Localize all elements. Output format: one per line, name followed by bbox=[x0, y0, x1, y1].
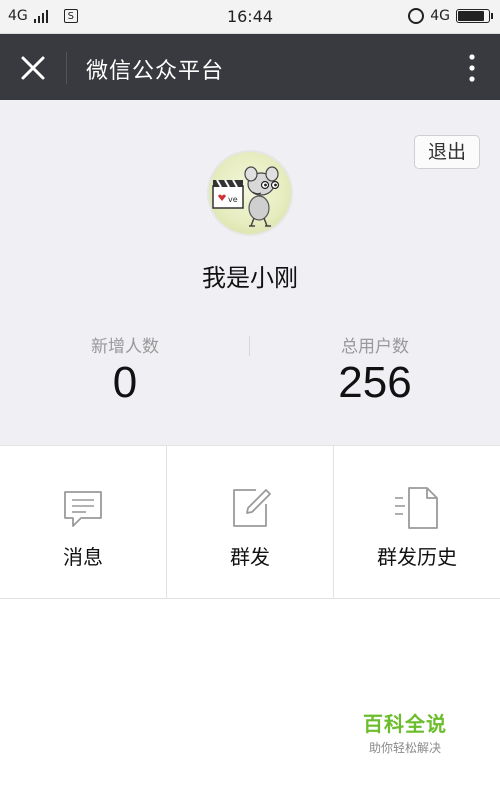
history-document-icon bbox=[395, 487, 438, 529]
close-icon bbox=[21, 56, 45, 80]
total-users-value: 256 bbox=[338, 358, 412, 407]
status-right: 4G bbox=[408, 8, 493, 24]
menu-item-messages[interactable]: 消息 bbox=[0, 446, 167, 598]
close-button[interactable] bbox=[14, 49, 52, 87]
watermark: 百科全说 助你轻松解决 bbox=[350, 708, 460, 762]
svg-text:ve: ve bbox=[228, 195, 238, 204]
menu-item-broadcast-history[interactable]: 群发历史 bbox=[334, 446, 500, 598]
profile-section: 退出 ve 我是小刚 新增人数 0 总用户数 256 bbox=[0, 100, 500, 445]
status-bar: 4G S 16:44 4G bbox=[0, 0, 500, 34]
menu-item-broadcast[interactable]: 群发 bbox=[167, 446, 334, 598]
alarm-icon bbox=[408, 8, 425, 24]
new-users-label: 新增人数 bbox=[91, 337, 159, 357]
cartoon-mouse-avatar-icon: ve bbox=[212, 166, 280, 227]
menu-label-broadcast-history: 群发历史 bbox=[377, 545, 457, 569]
total-users-label: 总用户数 bbox=[341, 337, 409, 357]
edit-icon bbox=[233, 489, 271, 527]
more-vertical-icon bbox=[469, 54, 475, 82]
menu-label-messages: 消息 bbox=[63, 545, 103, 569]
menu-label-broadcast: 群发 bbox=[230, 545, 270, 569]
watermark-title: 百科全说 bbox=[363, 712, 447, 736]
network-type-right: 4G bbox=[430, 8, 450, 24]
new-users-value: 0 bbox=[112, 358, 138, 407]
user-name: 我是小刚 bbox=[202, 264, 298, 292]
menu-grid: 消息 群发 群发历史 bbox=[0, 445, 500, 599]
stat-new-users: 新增人数 0 bbox=[0, 332, 250, 409]
avatar[interactable]: ve bbox=[207, 150, 293, 236]
battery-fill bbox=[458, 11, 484, 21]
more-button[interactable] bbox=[464, 52, 480, 84]
page-title: 微信公众平台 bbox=[86, 59, 225, 84]
stat-total-users: 总用户数 256 bbox=[250, 332, 500, 409]
watermark-subtitle: 助你轻松解决 bbox=[368, 741, 441, 755]
message-icon bbox=[64, 491, 102, 527]
battery-icon bbox=[456, 9, 493, 23]
title-divider bbox=[66, 52, 67, 84]
logout-button[interactable]: 退出 bbox=[414, 135, 480, 169]
title-bar: 微信公众平台 bbox=[0, 34, 500, 100]
